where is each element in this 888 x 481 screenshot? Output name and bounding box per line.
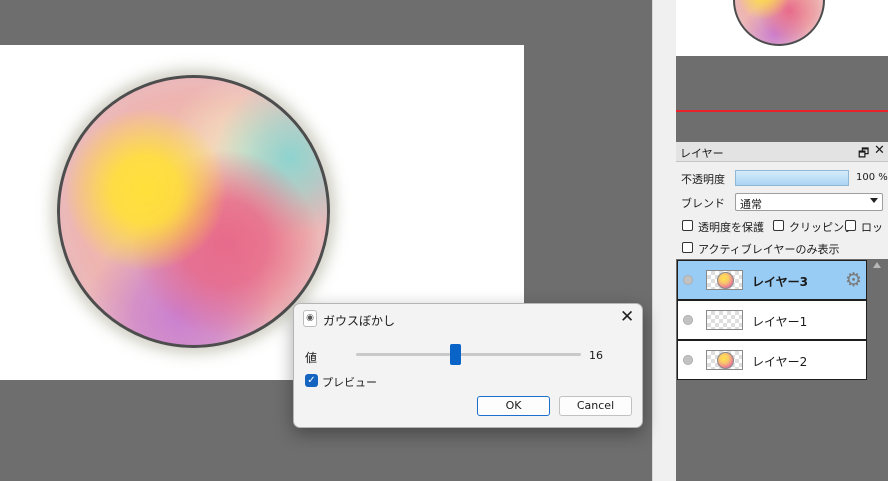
layer-row[interactable]: レイヤー1 xyxy=(677,300,867,340)
sphere-drawing xyxy=(57,75,330,348)
layer-thumbnail xyxy=(706,310,743,330)
blur-slider-track[interactable] xyxy=(356,353,581,356)
visibility-toggle[interactable] xyxy=(683,275,693,285)
protect-alpha-checkbox[interactable] xyxy=(682,220,693,231)
navigator-view-frame[interactable] xyxy=(676,110,888,112)
show-active-only-checkbox[interactable] xyxy=(682,242,693,253)
layer-panel-title: レイヤー xyxy=(680,147,724,160)
show-active-only-label: アクティブレイヤーのみ表示 xyxy=(698,243,840,256)
scroll-up-icon[interactable] xyxy=(873,262,881,268)
navigator-preview[interactable] xyxy=(676,0,888,56)
cancel-button[interactable]: Cancel xyxy=(559,396,632,416)
layer-row[interactable]: レイヤー2 xyxy=(677,340,867,380)
gaussian-blur-dialog: ◉ ガウスぼかし ✕ 値 16 ✓ プレビュー OK Cancel xyxy=(293,303,643,428)
close-icon[interactable]: ✕ xyxy=(620,307,634,327)
layer-panel: レイヤー 🗗 ✕ 不透明度 100 % ブレンド 通常 透明度を保護 クリッピン… xyxy=(676,142,888,481)
close-icon[interactable]: ✕ xyxy=(874,143,885,158)
opacity-label: 不透明度 xyxy=(681,173,725,186)
app-icon: ◉ xyxy=(303,310,317,327)
ok-button[interactable]: OK xyxy=(477,396,550,416)
value-label: 値 xyxy=(305,351,318,365)
layer-row[interactable]: レイヤー3 ⚙ xyxy=(677,260,867,300)
layer-thumbnail xyxy=(706,270,743,290)
opacity-slider[interactable] xyxy=(735,170,849,186)
layer-list: レイヤー3 ⚙ レイヤー1 レイヤー2 xyxy=(676,260,888,481)
blend-mode-select[interactable]: 通常 xyxy=(735,193,883,211)
preview-label: プレビュー xyxy=(322,376,377,389)
chevron-down-icon xyxy=(870,198,878,203)
opacity-value: 100 % xyxy=(856,172,888,183)
lock-checkbox[interactable] xyxy=(845,220,856,231)
layer-panel-header: レイヤー 🗗 ✕ xyxy=(676,142,888,162)
layer-thumbnail xyxy=(706,350,743,370)
visibility-toggle[interactable] xyxy=(683,315,693,325)
thumbnail-sphere xyxy=(717,272,734,289)
layer-name: レイヤー1 xyxy=(752,315,808,329)
gear-icon[interactable]: ⚙ xyxy=(845,271,863,290)
thumbnail-sphere xyxy=(717,352,734,369)
protect-alpha-label: 透明度を保護 xyxy=(698,221,764,234)
blur-value: 16 xyxy=(589,349,603,362)
clipping-checkbox[interactable] xyxy=(773,220,784,231)
lock-label: ロッ xyxy=(861,221,883,234)
preview-checkbox[interactable]: ✓ xyxy=(305,374,318,387)
navigator-area[interactable] xyxy=(676,56,888,140)
sphere-fill xyxy=(57,75,330,348)
blend-label: ブレンド xyxy=(681,197,725,210)
blend-mode-value: 通常 xyxy=(740,198,762,211)
layer-controls: 不透明度 100 % ブレンド 通常 透明度を保護 クリッピング ロッ アクティ… xyxy=(676,162,888,259)
dialog-title: ガウスぼかし xyxy=(323,314,396,328)
layer-name: レイヤー3 xyxy=(752,275,808,289)
visibility-toggle[interactable] xyxy=(683,355,693,365)
layer-name: レイヤー2 xyxy=(752,355,808,369)
panel-divider[interactable] xyxy=(652,0,676,481)
blur-slider-thumb[interactable] xyxy=(449,344,461,365)
navigator-thumbnail xyxy=(733,0,825,46)
